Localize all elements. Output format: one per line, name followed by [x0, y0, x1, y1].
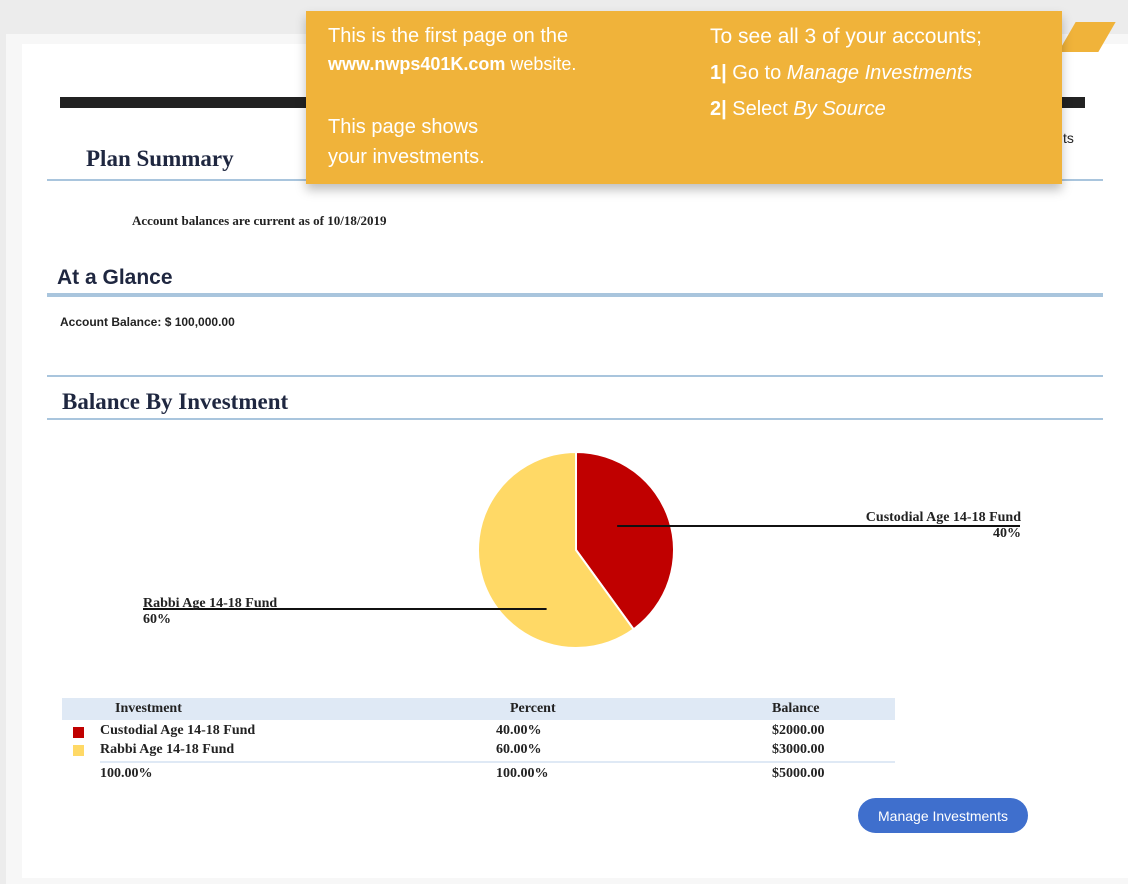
- callout-left-line1: This is the first page on the: [328, 25, 569, 47]
- table-total-divider: [100, 761, 895, 763]
- callout-left-line3: This page shows: [328, 116, 479, 138]
- investment-table-header: [62, 698, 895, 720]
- header-investment: Investment: [115, 701, 182, 716]
- callout-step1-number: 1|: [710, 62, 727, 84]
- row-rabbi-balance: $3000.00: [772, 742, 825, 757]
- callout-left-line2-rest: website.: [505, 54, 577, 74]
- total-name: 100.00%: [100, 766, 153, 781]
- callout-left-line4: your investments.: [328, 146, 485, 168]
- header-balance: Balance: [772, 701, 820, 716]
- legend-swatch-custodial: [73, 727, 84, 738]
- callout-step1: 1| Go to Manage Investments: [710, 62, 972, 85]
- chart-label-rabbi: Rabbi Age 14-18 Fund 60%: [143, 596, 277, 628]
- row-custodial-percent: 40.00%: [496, 723, 542, 738]
- chart-label-rabbi-name: Rabbi Age 14-18 Fund: [143, 596, 278, 611]
- chart-label-custodial-name: Custodial Age 14-18 Fund: [865, 510, 1021, 525]
- manage-investments-button[interactable]: Manage Investments: [858, 798, 1028, 833]
- row-rabbi-percent: 60.00%: [496, 742, 542, 757]
- callout-url: www.nwps401K.com: [328, 54, 506, 74]
- chart-label-custodial-percent: 40%: [993, 526, 1021, 541]
- legend-swatch-rabbi: [73, 745, 84, 756]
- header-percent: Percent: [510, 701, 556, 716]
- callout-step2-text: Select: [726, 98, 794, 120]
- tutorial-callout: This is the first page on the www.nwps40…: [306, 11, 1062, 184]
- row-custodial-balance: $2000.00: [772, 723, 825, 738]
- callout-step2-number: 2|: [710, 98, 727, 120]
- chart-label-custodial: Custodial Age 14-18 Fund 40%: [851, 510, 1021, 542]
- callout-step1-emphasis: Manage Investments: [786, 62, 973, 84]
- row-rabbi-name: Rabbi Age 14-18 Fund: [100, 742, 235, 757]
- callout-left-line2: www.nwps401K.com website.: [328, 54, 576, 75]
- callout-step2: 2| Select By Source: [710, 98, 886, 121]
- total-percent: 100.00%: [496, 766, 549, 781]
- chart-label-rabbi-percent: 60%: [143, 612, 171, 627]
- callout-right-line1: To see all 3 of your accounts;: [710, 25, 982, 48]
- row-custodial-name: Custodial Age 14-18 Fund: [100, 723, 256, 738]
- callout-step1-text: Go to: [726, 62, 787, 84]
- callout-step2-emphasis: By Source: [793, 98, 886, 120]
- total-balance: $5000.00: [772, 766, 825, 781]
